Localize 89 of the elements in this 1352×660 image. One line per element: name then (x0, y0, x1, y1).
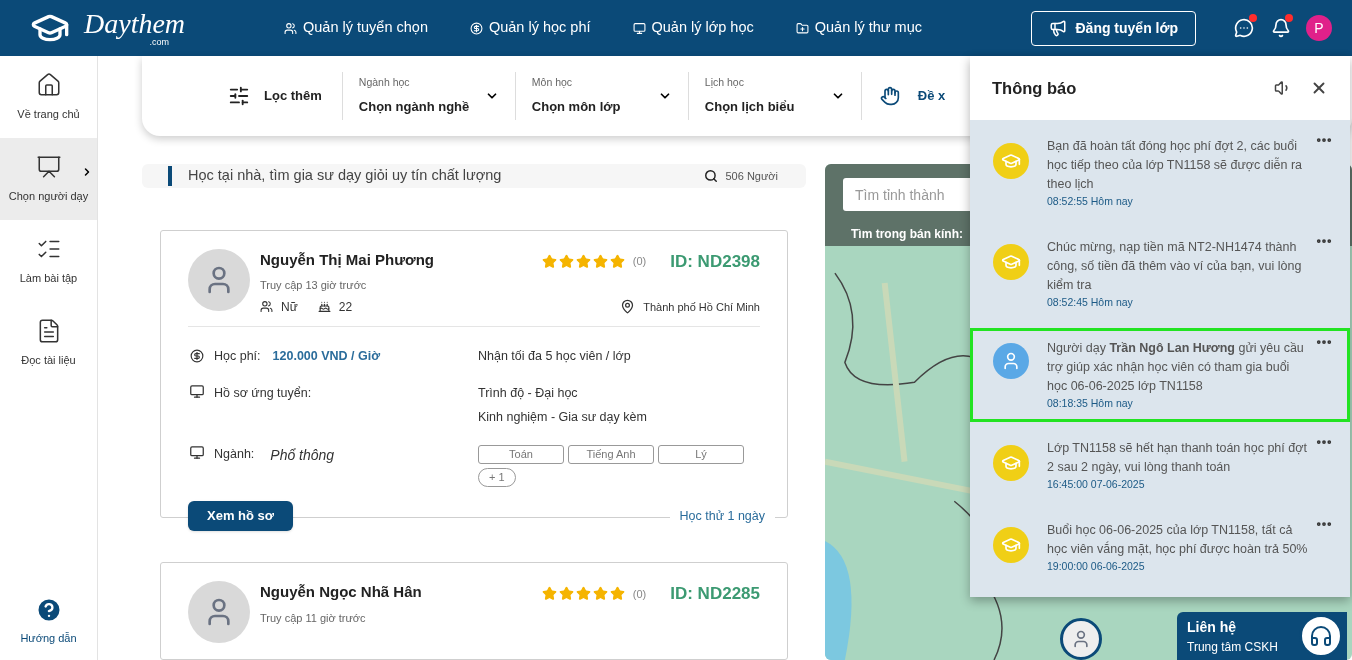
suggest-text[interactable]: Đề x (917, 86, 946, 106)
megaphone-icon (1049, 19, 1068, 37)
notification-text: Bạn đã hoàn tất đóng học phí đợt 2, các buổi học tiếp theo của lớp TN1158 sẽ được diễn ra theo lịch (1047, 138, 1303, 193)
contact-subtitle: Trung tâm CSKH (1187, 638, 1278, 656)
tutor-name: Nguyễn Thị Mai Phương (260, 249, 435, 270)
person-icon (1071, 629, 1091, 649)
capacity-text: Nhận tối đa 5 học viên / lớp (478, 347, 632, 365)
last-access-text: Truy cập 11 giờ trước (260, 610, 367, 626)
notification-item[interactable]: Lớp TN1158 sẽ hết hạn thanh toán học phí đợt 2 sau 2 ngày, vui lòng thanh toán 16:45:00 07-06-2025 (970, 428, 1350, 504)
filter-icon (228, 85, 250, 107)
nav-link[interactable]: Quản lý tuyển chọn (284, 17, 428, 39)
hand-icon (879, 86, 900, 106)
help-link[interactable]: Hướng dẫn (20, 629, 77, 646)
fee-label: Học phí: (214, 347, 261, 365)
cake-icon (317, 300, 331, 314)
panel-title: Thông báo (992, 77, 1077, 99)
notification-text: Chúc mừng, nạp tiền mã NT2-NH1474 thành công, số tiền đã thêm vào ví của bạn, vui lòng kiểm tra (1047, 238, 1303, 294)
notification-item[interactable]: Chúc mừng, nạp tiền mã NT2-NH1474 thành công, số tiền đã thêm vào ví của bạn, vui lòng kiểm tra 08:52:45 Hôm nay (970, 226, 1350, 322)
notification-time: 19:00:00 06-06-2025 (1047, 559, 1146, 574)
sidebar-icon (35, 153, 62, 180)
notification-text: Buổi học 06-06-2025 của lớp TN1158, tất cả học viên vắng mặt, học phí được hoàn trả 50% (1047, 522, 1309, 558)
sidebar-item[interactable]: Chọn người dạy (0, 138, 97, 220)
notification-item[interactable]: Người dạy Trần Ngô Lan Hương gửi yêu cầu trợ giúp xác nhận học viên có tham gia buổi học 06-06-2025 lớp TN1158 08:18:35 Hôm nay (970, 327, 1350, 423)
field-value: Phổ thông (270, 446, 335, 465)
sidebar-icon (35, 71, 62, 98)
profile-detail: Trình độ - Đại học (478, 384, 579, 402)
tutor-id: ID: ND2398 (670, 250, 760, 273)
subject-tag: Tiếng Anh (568, 445, 654, 464)
filter-dropdown[interactable]: Ngành học Chọn ngành nghề (342, 72, 516, 120)
star-icon (558, 254, 574, 269)
star-icon (609, 254, 625, 269)
nav-icon (795, 21, 809, 35)
subject-tag: Lý (658, 445, 744, 464)
nav-link[interactable]: Quản lý lớp học (632, 17, 754, 39)
contact-button[interactable]: Liên hệ Trung tâm CSKH (1177, 612, 1347, 660)
nav-link[interactable]: Quản lý thư mục (795, 17, 922, 39)
rating-count: (0) (632, 586, 647, 602)
search-bar[interactable]: Học tại nhà, tìm gia sư dạy giỏi uy tín chất lượng 506 Người (142, 164, 806, 188)
notification-time: 08:52:45 Hôm nay (1047, 294, 1134, 310)
more-filters-button[interactable]: Lọc thêm (228, 72, 343, 120)
location-pin-icon (620, 299, 636, 315)
view-profile-button[interactable]: Xem hồ sơ (188, 501, 294, 531)
notification-time: 08:18:35 Hôm nay (1047, 395, 1134, 411)
nav-icon (284, 21, 297, 35)
star-icon (609, 586, 625, 602)
notification-time: 08:52:55 Hôm nay (1047, 194, 1134, 209)
star-icon (592, 254, 608, 269)
user-avatar[interactable]: P (1306, 15, 1332, 41)
logo-suffix: .com (149, 37, 170, 47)
logo-text: Daythem (84, 9, 186, 38)
notification-text: Lớp TN1158 sẽ hết hạn thanh toán học phí đợt 2 sau 2 ngày, vui lòng thanh toán (1047, 440, 1308, 477)
search-field[interactable]: Học tại nhà, tìm gia sư dạy giỏi uy tín chất lượng (188, 165, 704, 187)
star-icon (575, 586, 591, 602)
field-label: Ngành: (214, 446, 255, 463)
notification-text: Người dạy Trần Ngô Lan Hương gửi yêu cầu trợ giúp xác nhận học viên có tham gia buổi học 06-06-2025 lớp TN1158 (1047, 339, 1305, 395)
profile-detail: Kinh nghiệm - Gia sư dạy kèm (478, 409, 648, 427)
nav-icon (632, 21, 646, 35)
subject-tag: Toán (478, 445, 564, 464)
radius-label: Tìm trong bán kính: (851, 226, 963, 243)
person-icon (1001, 350, 1021, 371)
star-icon (592, 586, 608, 602)
graduation-cap-icon (993, 527, 1029, 563)
notification-item[interactable]: Buổi học 06-06-2025 của lớp TN1158, tất cả học viên vắng mặt, học phí được hoàn trả 50% 19:00:00 06-06-2025 (970, 510, 1350, 586)
nav-icon (469, 21, 483, 35)
tutor-name: Nguyễn Ngọc Nhã Hân (260, 582, 422, 602)
graduation-cap-icon (993, 143, 1029, 179)
filter-dropdown[interactable]: Lịch học Chọn lịch biểu (688, 72, 862, 120)
contact-title: Liên hệ (1187, 617, 1237, 637)
star-icon (541, 254, 557, 269)
star-icon (558, 586, 574, 602)
gender-text: Nữ (281, 298, 298, 316)
location-text: Thành phố Hồ Chí Minh (643, 299, 760, 315)
search-icon (703, 168, 718, 183)
age-text: 22 (338, 298, 353, 316)
money-icon (188, 349, 206, 364)
filter-dropdown[interactable]: Môn học Chọn môn lớp (515, 72, 689, 120)
star-icon (575, 254, 591, 269)
profile-label: Hồ sơ ứng tuyển: (214, 384, 312, 402)
star-icon (541, 586, 557, 602)
notification-time: 16:45:00 07-06-2025 (1047, 477, 1146, 493)
tutor-id: ID: ND2285 (670, 583, 760, 605)
rating-count: (0) (632, 254, 647, 270)
fee-value: 120.000 VND / Giờ (272, 347, 381, 365)
nav-link[interactable]: Quản lý học phí (469, 17, 591, 39)
post-class-button[interactable]: Đăng tuyển lớp (1031, 10, 1196, 46)
last-access-text: Truy cập 13 giờ trước (260, 278, 368, 294)
result-count: 506 Người (725, 168, 778, 184)
graduation-cap-icon (993, 445, 1029, 482)
graduation-cap-icon (993, 243, 1029, 280)
